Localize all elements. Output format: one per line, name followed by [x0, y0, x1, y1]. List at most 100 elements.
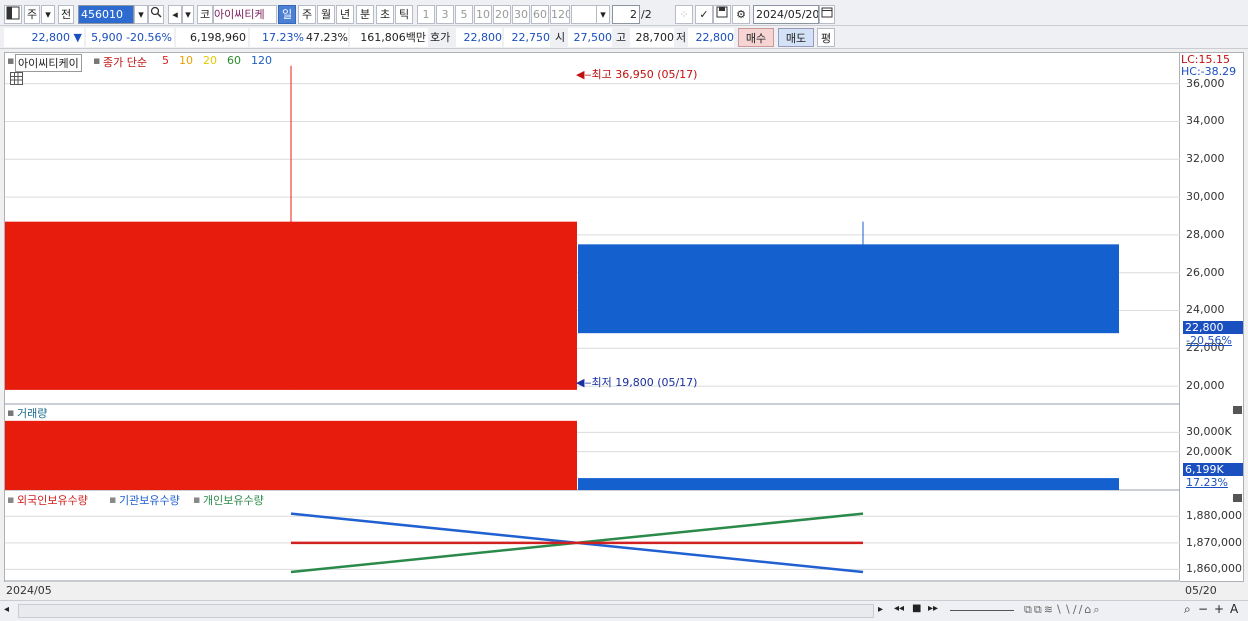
bid-value: 22,750: [504, 28, 550, 47]
change-pct: -20.56%: [126, 31, 172, 44]
speaker-icon[interactable]: ◂: [168, 5, 182, 24]
current-volume-tag: 6,199K: [1183, 463, 1243, 476]
price-tick-label: 30,000: [1186, 190, 1225, 204]
tool-icon[interactable]: ✓: [695, 5, 713, 24]
price-tick-label: 20,000: [1186, 379, 1225, 393]
quote-label: 호가: [430, 31, 451, 44]
speaker-dropdown-icon[interactable]: ▾: [182, 5, 194, 24]
high-marker-text: 최고 36,950 (05/17): [591, 68, 698, 81]
interval-0[interactable]: 1: [417, 5, 435, 24]
price-value: 22,800: [31, 31, 71, 44]
price-tick-label: 28,000: [1186, 227, 1225, 241]
high-label: 고: [616, 31, 627, 44]
x-axis-start-label: 2024/05: [6, 584, 52, 597]
code-dropdown-icon[interactable]: ▾: [134, 5, 148, 24]
stop-icon[interactable]: ■: [912, 603, 921, 614]
change-value: 5,900: [91, 31, 123, 44]
interval-5[interactable]: 30: [512, 5, 530, 24]
volume-bar: [578, 478, 1119, 490]
holdings-legend-0[interactable]: 외국인보유수량: [17, 492, 88, 508]
rewind-icon[interactable]: ◂◂: [894, 603, 904, 614]
sell-button[interactable]: 매도: [778, 28, 814, 47]
price-panel-title[interactable]: 아이씨티케이: [15, 54, 82, 72]
price-tick-label: 24,000: [1186, 303, 1225, 317]
panel-bullet-icon: ▪: [7, 406, 15, 419]
turnover-pct: 17.23%: [250, 28, 306, 47]
interval-dropdown-icon[interactable]: ▾: [596, 5, 610, 24]
zoom-out-icon[interactable]: −: [1198, 602, 1208, 616]
ma-period-4[interactable]: 120: [251, 54, 272, 67]
tab-0[interactable]: 일: [278, 5, 296, 24]
date-input[interactable]: 2024/05/20: [753, 5, 819, 24]
tab-4[interactable]: 분: [356, 5, 374, 24]
buy-button[interactable]: 매수: [738, 28, 774, 47]
holdings-legend-2[interactable]: 개인보유수량: [203, 492, 264, 508]
holdings-panel-close-icon[interactable]: [1233, 494, 1242, 502]
tab-6[interactable]: 틱: [395, 5, 413, 24]
save-icon[interactable]: [713, 5, 731, 24]
flat-button[interactable]: 평: [817, 28, 835, 47]
volume-tick-label: 30,000K: [1186, 425, 1232, 439]
volume-tick-label: 20,000K: [1186, 444, 1232, 458]
interval-1[interactable]: 3: [436, 5, 454, 24]
tab-2[interactable]: 월: [317, 5, 335, 24]
high-marker: ◀‒최고 36,950 (05/17): [576, 68, 698, 81]
current-volume-pct: 17.23%: [1186, 476, 1228, 489]
zoom-in-icon[interactable]: +: [1214, 602, 1224, 616]
low-value: 22,800: [688, 28, 734, 47]
page-total: /2: [641, 8, 652, 21]
current-price-tag: 22,800: [1183, 321, 1243, 334]
stock-code-input[interactable]: 456010: [78, 5, 134, 24]
market-label[interactable]: 코: [197, 5, 213, 24]
gear-icon[interactable]: ⚙: [732, 5, 750, 24]
volume-panel-close-icon[interactable]: [1233, 406, 1242, 414]
ma-period-3[interactable]: 60: [227, 54, 241, 67]
grid-toggle-icon[interactable]: [10, 72, 23, 85]
low-marker: ◀‒최저 19,800 (05/17): [576, 376, 698, 389]
zoom-icon[interactable]: ⌕: [1184, 602, 1191, 617]
panel-bullet-icon: ▪: [93, 54, 101, 67]
toolbar: 주 ▾ 전 456010 ▾ ◂ ▾ 코 아이씨티케 일주월년분초틱 1 3 5 10…: [0, 0, 1248, 26]
chart-area[interactable]: ▪ 아이씨티케이 ▪ 종가 단순 5 10 20 60 120 ◀‒최고 36,950 …: [4, 52, 1181, 597]
price-tick-label: 26,000: [1186, 265, 1225, 279]
period-dropdown-icon[interactable]: ▾: [41, 5, 55, 24]
panel-bullet-icon: ▪: [7, 54, 15, 67]
tab-3[interactable]: 년: [336, 5, 354, 24]
calendar-icon[interactable]: [819, 5, 835, 24]
interval-6[interactable]: 60: [531, 5, 549, 24]
layout-icon[interactable]: [4, 5, 22, 24]
holdings-legend-1[interactable]: 기관보유수량: [119, 492, 180, 508]
scroll-right-icon[interactable]: ▸: [878, 604, 883, 615]
ma-period-1[interactable]: 10: [179, 54, 193, 67]
down-arrow-icon: ▼: [73, 31, 82, 44]
holdings-tick-label: 1,870,000: [1186, 535, 1242, 549]
interval-2[interactable]: 5: [455, 5, 473, 24]
interval-3[interactable]: 10: [474, 5, 492, 24]
drawing-tools-icons[interactable]: ⧉⧉≋∖∖∕∕⌂⌕: [1024, 603, 1102, 617]
horizontal-scrollbar[interactable]: [18, 604, 874, 618]
interval-7[interactable]: 120: [550, 5, 570, 24]
ma-period-2[interactable]: 20: [203, 54, 217, 67]
dots-icon[interactable]: ⁘: [675, 5, 693, 24]
indicator-label[interactable]: 종가 단순: [103, 54, 147, 70]
volume-value: 6,198,960: [176, 28, 248, 47]
interval-dropdown[interactable]: [571, 5, 597, 24]
page-input[interactable]: 2: [612, 5, 640, 24]
ma-period-0[interactable]: 5: [162, 54, 169, 67]
scroll-left-icon[interactable]: ◂: [4, 604, 16, 618]
prev-label[interactable]: 전: [58, 5, 74, 24]
search-icon[interactable]: [148, 5, 164, 24]
stock-name-field: 아이씨티케: [213, 5, 277, 24]
tab-1[interactable]: 주: [298, 5, 316, 24]
tab-5[interactable]: 초: [376, 5, 394, 24]
volume-panel-title[interactable]: 거래량: [17, 405, 47, 421]
font-size-icon[interactable]: A: [1230, 602, 1238, 616]
fast-forward-icon[interactable]: ▸▸: [928, 603, 938, 614]
pct2-value: 47.23%: [306, 28, 348, 47]
period-label[interactable]: 주: [24, 5, 40, 24]
current-change-tag: -20.56%: [1186, 334, 1232, 347]
x-axis-end-label: 05/20: [1185, 584, 1217, 597]
speed-slider[interactable]: [950, 610, 1014, 611]
interval-4[interactable]: 20: [493, 5, 511, 24]
current-price: 22,800 ▼: [4, 28, 84, 47]
